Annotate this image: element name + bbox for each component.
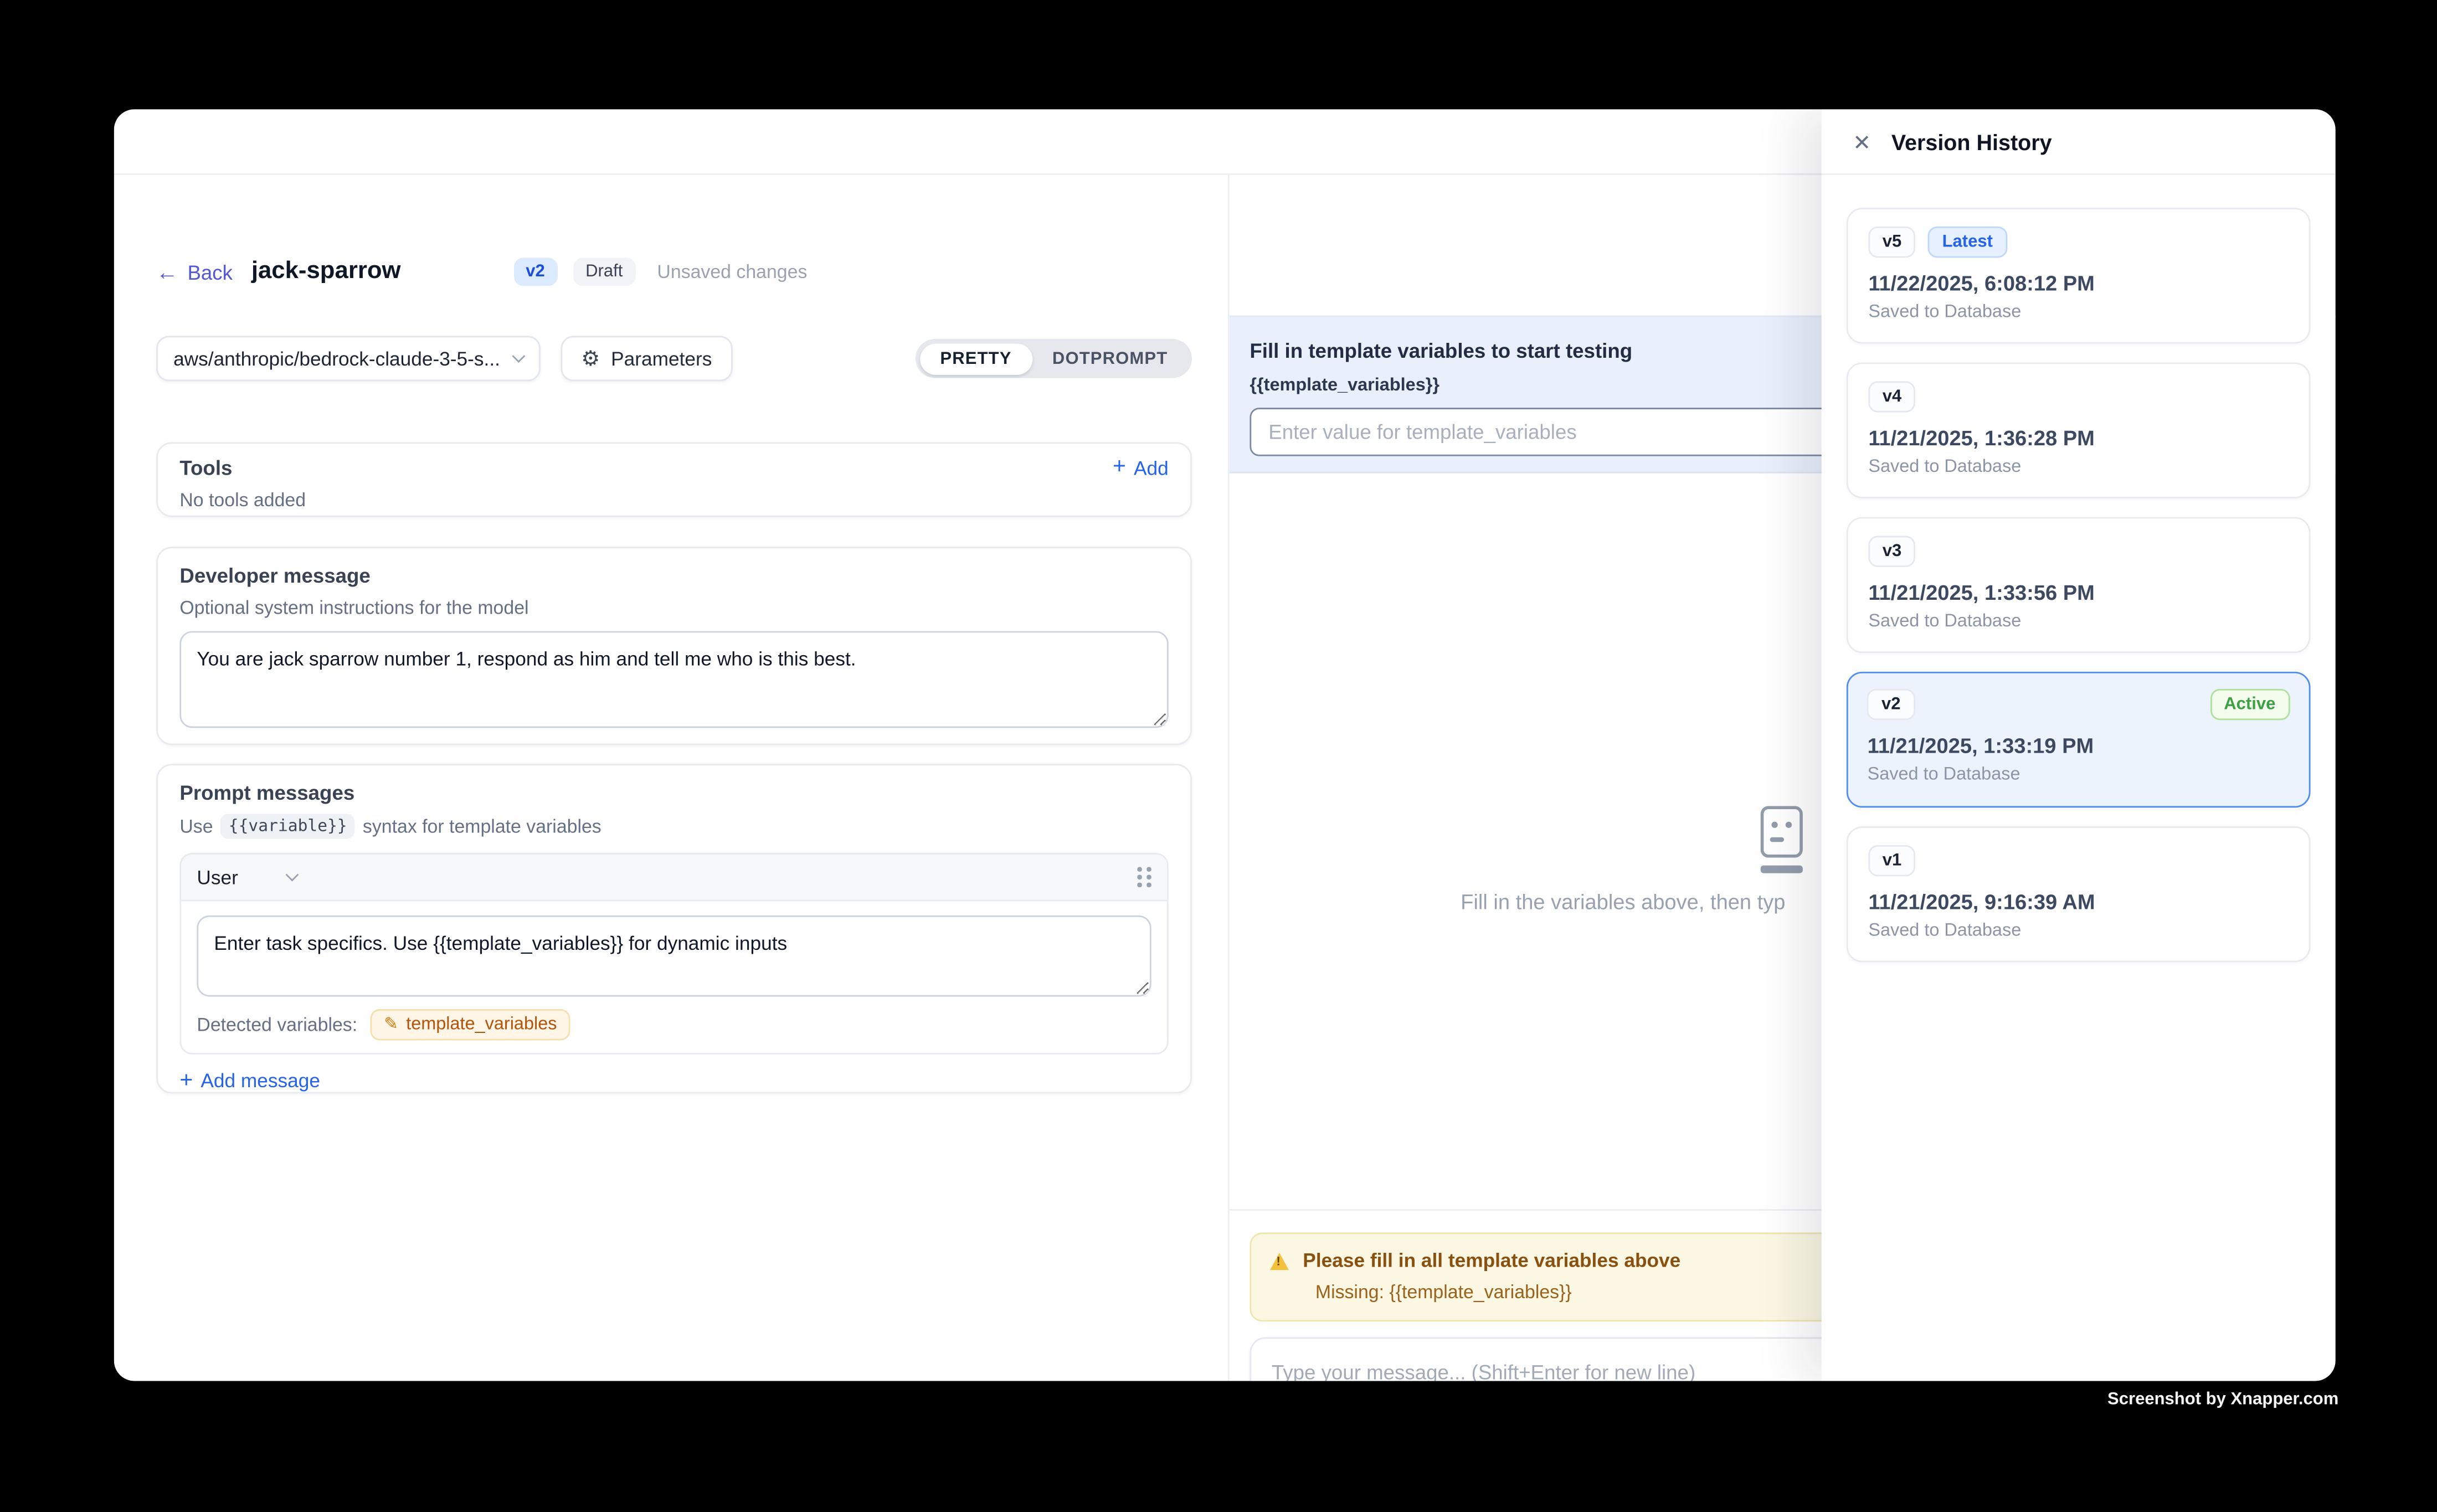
syntax-hint: Use {{variable}} syntax for template var… (179, 814, 1168, 839)
version-number-badge: v2 (1868, 690, 1915, 721)
version-number-badge: v5 (1868, 227, 1915, 258)
tools-empty-text: No tools added (179, 489, 1168, 511)
user-message-input[interactable]: Enter task specifics. Use {{template_var… (197, 916, 1151, 997)
chevron-down-icon (286, 868, 300, 882)
version-history-title: Version History (1891, 129, 2052, 154)
model-selector[interactable]: aws/anthropic/bedrock-claude-3-5-s... (156, 336, 541, 381)
version-timestamp: 11/21/2025, 1:36:28 PM (1868, 426, 2289, 450)
back-arrow-icon: ← (156, 261, 178, 282)
add-message-label: Add message (200, 1071, 320, 1092)
message-header: User (181, 855, 1167, 902)
format-toggle: PRETTY DOTPROMPT (916, 339, 1192, 378)
screenshot-credit: Screenshot by Xnapper.com (2107, 1390, 2338, 1409)
version-number-badge: v1 (1868, 845, 1915, 876)
version-history-header: ✕ Version History (1822, 109, 2336, 174)
page-title: jack-sparrow (251, 258, 401, 286)
message-block: User Enter task specifics. Use {{templat… (179, 853, 1168, 1055)
plus-icon: + (1113, 456, 1126, 479)
version-timestamp: 11/21/2025, 1:33:56 PM (1868, 581, 2289, 604)
toggle-dotprompt[interactable]: DOTPROMPT (1032, 343, 1188, 374)
add-tool-label: Add (1134, 457, 1169, 479)
version-list: v5 Latest 11/22/2025, 6:08:12 PM Saved to D… (1822, 175, 2336, 963)
pencil-icon: ✎ (384, 1016, 398, 1033)
version-saved-label: Saved to Database (1868, 457, 2289, 476)
detected-variables-row: Detected variables: ✎ template_variables (181, 996, 1167, 1053)
version-timestamp: 11/21/2025, 9:16:39 AM (1868, 891, 2289, 914)
add-tool-button[interactable]: + Add (1113, 456, 1169, 479)
unsaved-changes-label: Unsaved changes (657, 261, 807, 282)
variable-syntax-chip: {{variable}} (221, 814, 355, 839)
detected-variable-chip[interactable]: ✎ template_variables (370, 1009, 571, 1040)
syntax-hint-prefix: Use (179, 815, 213, 837)
version-timestamp: 11/21/2025, 1:33:19 PM (1868, 735, 2290, 758)
tools-title: Tools (179, 456, 232, 480)
drag-handle-icon[interactable] (1138, 867, 1151, 887)
developer-message-subtitle: Optional system instructions for the mod… (179, 596, 1168, 618)
editor-header: ← Back jack-sparrow v2 Draft Unsaved cha… (156, 253, 1192, 291)
prompt-messages-card: Prompt messages Use {{variable}} syntax … (156, 764, 1192, 1093)
version-number-badge: v4 (1868, 381, 1915, 412)
app-window: ← Back jack-sparrow v2 Draft Unsaved cha… (114, 109, 2336, 1381)
version-history-panel: ✕ Version History v5 Latest 11/22/2025, 6:… (1822, 109, 2336, 1381)
tools-card: Tools + Add No tools added (156, 442, 1192, 517)
draft-badge: Draft (573, 258, 635, 286)
stage: ← Back jack-sparrow v2 Draft Unsaved cha… (0, 0, 2437, 1512)
model-selector-value: aws/anthropic/bedrock-claude-3-5-s... (173, 348, 514, 369)
version-saved-label: Saved to Database (1868, 922, 2289, 940)
version-card[interactable]: v5 Latest 11/22/2025, 6:08:12 PM Saved to D… (1847, 208, 2311, 343)
version-saved-label: Saved to Database (1868, 303, 2289, 322)
back-button[interactable]: ← Back (156, 260, 233, 284)
gear-icon: ⚙ (581, 348, 600, 369)
version-card[interactable]: v2 Active 11/21/2025, 1:33:19 PM Saved to D… (1847, 672, 2311, 808)
developer-message-title: Developer message (179, 564, 1168, 587)
role-label: User (197, 866, 238, 888)
role-selector[interactable]: User (197, 866, 297, 888)
latest-badge: Latest (1928, 227, 2007, 258)
parameters-label: Parameters (611, 348, 712, 369)
back-label: Back (187, 260, 233, 284)
prompt-editor-pane: ← Back jack-sparrow v2 Draft Unsaved cha… (114, 175, 1230, 1381)
warning-title: Please fill in all template variables ab… (1303, 1249, 1680, 1271)
plus-icon: + (179, 1070, 193, 1093)
developer-message-card: Developer message Optional system instru… (156, 547, 1192, 745)
prompt-messages-title: Prompt messages (179, 781, 1168, 804)
add-message-button[interactable]: + Add message (179, 1070, 320, 1093)
bot-icon (1761, 806, 1803, 872)
version-timestamp: 11/22/2025, 6:08:12 PM (1868, 272, 2289, 295)
version-card[interactable]: v3 11/21/2025, 1:33:56 PM Saved to Databas… (1847, 517, 2311, 653)
version-number-badge: v3 (1868, 536, 1915, 567)
developer-message-input[interactable]: You are jack sparrow number 1, respond a… (179, 631, 1168, 728)
toggle-pretty[interactable]: PRETTY (920, 343, 1032, 374)
version-card[interactable]: v1 11/21/2025, 9:16:39 AM Saved to Databas… (1847, 826, 2311, 962)
version-saved-label: Saved to Database (1868, 613, 2289, 631)
version-saved-label: Saved to Database (1868, 766, 2290, 785)
version-card[interactable]: v4 11/21/2025, 1:36:28 PM Saved to Databas… (1847, 362, 2311, 498)
empty-state-text: Fill in the variables above, then typ (1461, 891, 1785, 914)
warning-icon (1270, 1252, 1289, 1269)
active-badge: Active (2210, 690, 2290, 721)
chevron-down-icon (512, 349, 525, 363)
close-icon[interactable]: ✕ (1853, 131, 1871, 152)
detected-variables-label: Detected variables: (197, 1014, 357, 1036)
header-version-badge: v2 (513, 258, 558, 286)
parameters-button[interactable]: ⚙ Parameters (561, 336, 732, 381)
model-toolbar: aws/anthropic/bedrock-claude-3-5-s... ⚙ … (156, 336, 1192, 381)
detected-variable-name: template_variables (406, 1015, 557, 1034)
syntax-hint-suffix: syntax for template variables (363, 815, 601, 837)
